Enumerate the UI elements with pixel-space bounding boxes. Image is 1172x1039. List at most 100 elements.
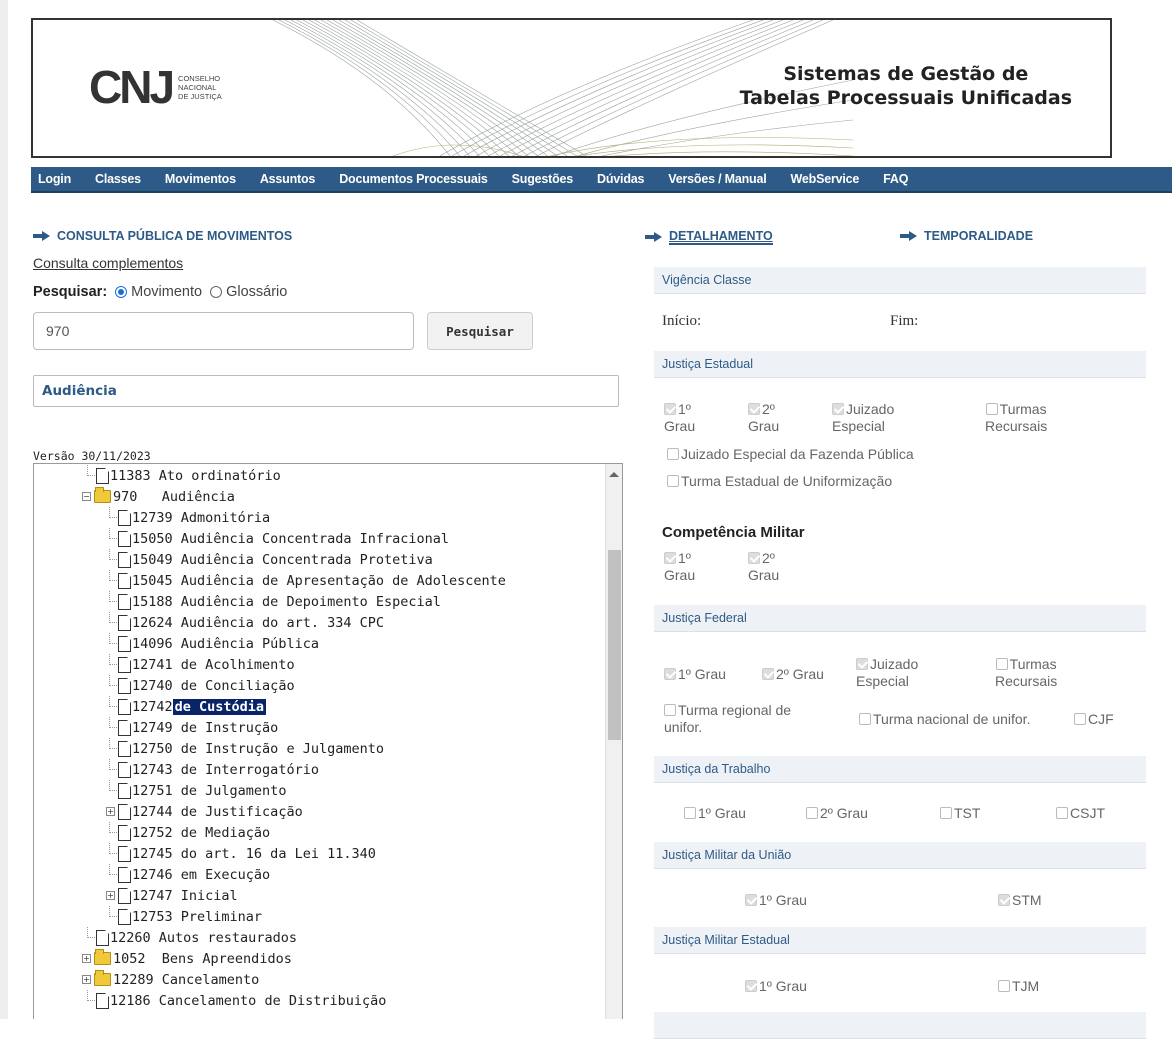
tree-row[interactable]: 14096 Audiência Pública (104, 633, 319, 654)
trab-2grau: 2º Grau (806, 805, 868, 822)
main-nav: Login Classes Movimentos Assuntos Docume… (31, 167, 1172, 193)
scroll-up-icon[interactable] (609, 472, 619, 477)
folder-icon (94, 949, 111, 965)
tree-row[interactable]: 12741 de Acolhimento (104, 654, 295, 675)
est-jefp: Juizado Especial da Fazenda Pública (667, 446, 914, 463)
tree-row[interactable]: 12751 de Julgamento (104, 780, 286, 801)
nav-faq[interactable]: FAQ (876, 172, 908, 186)
document-icon (96, 992, 109, 1009)
nav-documentos[interactable]: Documentos Processuais (332, 172, 488, 186)
search-input[interactable]: 970 (33, 312, 414, 350)
tree-row[interactable]: +12747 Inicial (104, 885, 238, 906)
me-1grau: 1º Grau (745, 978, 807, 995)
tree-row[interactable]: 12624 Audiência do art. 334 CPC (104, 612, 384, 633)
header-banner: CNJ CONSELHO NACIONAL DE JUSTIÇA Sistema… (31, 18, 1112, 158)
selected-label[interactable]: de Custódia (172, 698, 267, 715)
radio-movimento[interactable] (115, 286, 128, 298)
tree-row[interactable]: 15045 Audiência de Apresentação de Adole… (104, 570, 506, 591)
checkbox (832, 403, 844, 415)
logo-sub-line: CONSELHO (178, 73, 221, 83)
document-icon (118, 887, 131, 904)
arrow-right-icon (900, 231, 918, 241)
scroll-thumb[interactable] (608, 550, 621, 740)
checkbox (998, 894, 1010, 906)
tree-row[interactable]: 12260 Autos restaurados (82, 927, 297, 948)
nav-webservice[interactable]: WebService (784, 172, 860, 186)
tree-row[interactable]: 12753 Preliminar (104, 906, 262, 927)
nav-versoes[interactable]: Versões / Manual (661, 172, 766, 186)
tree-row-selected[interactable]: 12742 de Custódia (104, 696, 267, 717)
tab-detalhamento[interactable]: DETALHAMENTO (645, 229, 773, 245)
expand-icon[interactable]: + (82, 954, 91, 963)
competencia-militar-heading: Competência Militar (662, 524, 805, 541)
consulta-complementos-link[interactable]: Consulta complementos (33, 255, 183, 271)
tree-row[interactable]: 15049 Audiência Concentrada Protetiva (104, 549, 433, 570)
expand-icon[interactable]: + (106, 807, 115, 816)
movimentos-tree[interactable]: 11383 Ato ordinatório −970 Audiência 127… (33, 463, 623, 1019)
tab-temporalidade-label[interactable]: TEMPORALIDADE (924, 229, 1033, 243)
nav-assuntos[interactable]: Assuntos (253, 172, 316, 186)
checkbox (995, 658, 1008, 670)
nav-classes[interactable]: Classes (88, 172, 141, 186)
tab-temporalidade[interactable]: TEMPORALIDADE (900, 229, 1033, 243)
trab-1grau: 1º Grau (684, 805, 746, 822)
tab-detalhamento-label[interactable]: DETALHAMENTO (669, 229, 773, 245)
document-icon (118, 593, 131, 610)
tree-row[interactable]: 12740 de Conciliação (104, 675, 295, 696)
tree-row[interactable]: 12749 de Instrução (104, 717, 278, 738)
document-icon (118, 782, 131, 799)
nav-sugestoes[interactable]: Sugestões (505, 172, 574, 186)
nav-movimentos[interactable]: Movimentos (158, 172, 236, 186)
tree-row[interactable]: 12750 de Instrução e Julgamento (104, 738, 384, 759)
checkbox (762, 668, 774, 680)
tree-row[interactable]: −970 Audiência (80, 486, 235, 507)
document-icon (118, 656, 131, 673)
checkbox (985, 403, 998, 415)
consulta-heading-text: CONSULTA PÚBLICA DE MOVIMENTOS (57, 229, 293, 243)
tree-row[interactable]: +1052 Bens Apreendidos (80, 948, 292, 969)
document-icon (118, 824, 131, 841)
checkbox (664, 668, 676, 680)
search-button[interactable]: Pesquisar (427, 312, 533, 350)
mu-1grau: 1º Grau (745, 892, 807, 909)
fed-cjf: CJF (1074, 711, 1114, 728)
expand-icon[interactable]: + (82, 975, 91, 984)
nav-login[interactable]: Login (31, 172, 71, 186)
tree-row[interactable]: +12289 Cancelamento (80, 969, 259, 990)
document-icon (118, 803, 131, 820)
section-justica-militar-uniao: Justiça Militar da União (654, 842, 1146, 869)
tree-row[interactable]: 12743 de Interrogatório (104, 759, 319, 780)
tree-row[interactable]: 12752 de Mediação (104, 822, 270, 843)
radio-glossario[interactable] (210, 286, 223, 298)
section-justica-militar-estadual: Justiça Militar Estadual (654, 927, 1146, 954)
checkbox (667, 475, 679, 487)
section-justica-trabalho: Justiça da Trabalho (654, 756, 1146, 783)
tree-row[interactable]: +12744 de Justificação (104, 801, 303, 822)
logo-sub-line: NACIONAL (178, 82, 217, 92)
mu-stm: STM (998, 892, 1042, 909)
collapse-icon[interactable]: − (82, 492, 91, 501)
est-juizado: Juizado Especial (832, 401, 895, 434)
document-icon (118, 614, 131, 631)
est-2grau: 2º Grau (748, 401, 780, 434)
tree-row[interactable]: 11383 Ato ordinatório (82, 465, 281, 486)
tree-row[interactable]: 12745 do art. 16 da Lei 11.340 (104, 843, 376, 864)
expand-icon[interactable]: + (106, 891, 115, 900)
checkbox (806, 807, 818, 819)
nav-duvidas[interactable]: Dúvidas (590, 172, 644, 186)
tree-row[interactable]: 15050 Audiência Concentrada Infracional (104, 528, 449, 549)
tree-scrollbar[interactable] (605, 464, 622, 1019)
logo-sub-line: DE JUSTIÇA (178, 91, 222, 101)
result-title: Audiência (42, 383, 117, 399)
search-type-row: Pesquisar: Movimento Glossário (33, 284, 287, 300)
tree-row[interactable]: 15188 Audiência de Depoimento Especial (104, 591, 441, 612)
checkbox (664, 552, 676, 564)
consulta-heading: CONSULTA PÚBLICA DE MOVIMENTOS (33, 229, 292, 243)
tree-row[interactable]: 12739 Admonitória (104, 507, 270, 528)
document-icon (118, 572, 131, 589)
tree-row[interactable]: 12746 em Execução (104, 864, 270, 885)
search-label: Pesquisar: (33, 284, 108, 300)
checkbox (998, 980, 1010, 992)
tree-row[interactable]: 12186 Cancelamento de Distribuição (82, 990, 386, 1011)
cnj-logo: CNJ CONSELHO NACIONAL DE JUSTIÇA (89, 64, 222, 110)
